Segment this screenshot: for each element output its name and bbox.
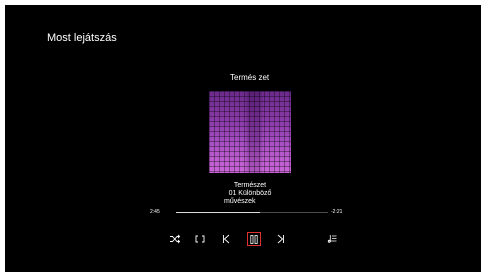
shuffle-button[interactable] — [167, 231, 183, 247]
album-art-grid — [209, 91, 291, 173]
elapsed-time: 2:45 — [150, 209, 160, 215]
previous-button[interactable] — [218, 231, 234, 247]
progress-fill — [176, 212, 260, 213]
progress-bar[interactable] — [176, 212, 328, 213]
repeat-button[interactable] — [192, 231, 208, 247]
track-subtitle: 01 Különböző — [228, 190, 272, 197]
next-button[interactable] — [273, 231, 289, 247]
shuffle-icon — [169, 234, 181, 244]
pause-button[interactable] — [247, 232, 261, 246]
track-title: Természet — [233, 182, 267, 189]
track-artist: művészek — [224, 198, 256, 205]
previous-icon — [222, 234, 230, 244]
remaining-time: -2:21 — [331, 209, 343, 215]
album-label: Termés zet — [230, 73, 270, 82]
now-playing-screen: Most lejátszás Termés zet Természet 01 K… — [5, 5, 481, 272]
next-icon — [277, 234, 285, 244]
track-info: Természet 01 Különböző művészek — [200, 182, 300, 206]
queue-button[interactable] — [324, 231, 340, 247]
playback-controls — [5, 231, 481, 251]
page-title: Most lejátszás — [47, 32, 117, 44]
pause-icon — [250, 234, 258, 244]
repeat-icon — [195, 235, 205, 243]
queue-icon — [327, 234, 337, 244]
album-art — [209, 91, 291, 173]
